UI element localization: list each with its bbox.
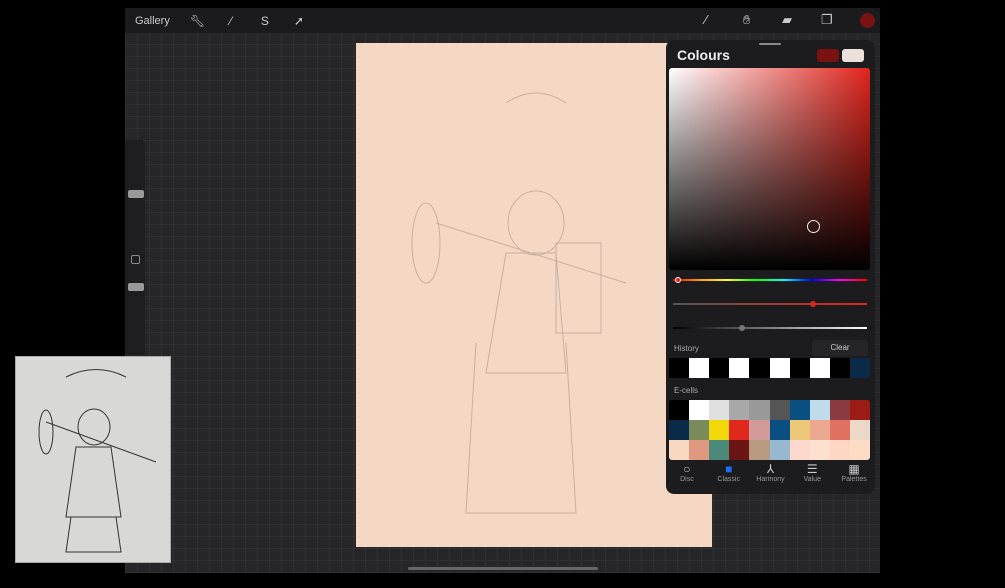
previous-color-swatch[interactable] (842, 49, 864, 62)
tab-label: Palettes (841, 476, 867, 483)
saturation-brightness-square[interactable] (669, 68, 870, 270)
history-swatch[interactable] (689, 358, 710, 378)
palette-swatch[interactable] (689, 420, 710, 440)
palette-swatch[interactable] (849, 420, 870, 440)
current-color-button[interactable] (860, 13, 875, 28)
history-swatch[interactable] (769, 358, 790, 378)
palette-swatch[interactable] (709, 400, 730, 420)
history-label: History (674, 344, 699, 353)
tab-label: Disc (680, 476, 694, 483)
layers-icon[interactable]: ❐ (821, 12, 833, 28)
value-sliders-icon: ☰ (806, 462, 818, 476)
palette-swatch[interactable] (849, 400, 870, 420)
palette-swatch[interactable] (829, 440, 850, 460)
palette-swatch[interactable] (829, 420, 850, 440)
tab-disc[interactable]: ○ Disc (667, 462, 707, 483)
history-swatch[interactable] (749, 358, 770, 378)
history-swatch[interactable] (809, 358, 830, 378)
tab-label: Classic (717, 476, 740, 483)
history-swatches (669, 358, 870, 378)
transform-icon[interactable]: ➚ (292, 14, 306, 28)
palette-swatch[interactable] (729, 400, 750, 420)
hue-thumb[interactable] (675, 277, 681, 283)
palette-swatch[interactable] (669, 420, 690, 440)
history-swatch[interactable] (709, 358, 730, 378)
palette-swatch[interactable] (769, 400, 790, 420)
selection-icon[interactable]: S (258, 14, 272, 28)
wrench-icon[interactable]: 🔧︎ (190, 14, 205, 28)
drawing-canvas[interactable] (356, 43, 712, 547)
gallery-button[interactable]: Gallery (135, 15, 170, 27)
tab-label: Harmony (756, 476, 785, 483)
palette-swatch[interactable] (709, 420, 730, 440)
palette-swatch[interactable] (729, 440, 750, 460)
palette-swatch[interactable] (769, 420, 790, 440)
palette-swatch[interactable] (789, 400, 810, 420)
ecells-label: E-cells (674, 386, 699, 395)
clear-history-button[interactable]: Clear (812, 340, 868, 356)
history-swatch[interactable] (669, 358, 690, 378)
history-swatch[interactable] (829, 358, 850, 378)
palette-swatch[interactable] (789, 440, 810, 460)
saturation-slider[interactable] (673, 301, 867, 307)
palette-swatch[interactable] (749, 400, 770, 420)
brush-size-slider[interactable] (128, 190, 144, 198)
color-picker-cursor[interactable] (807, 220, 820, 233)
tab-label: Value (803, 476, 821, 483)
palette-swatch[interactable] (669, 400, 690, 420)
pencil-sketch (411, 92, 627, 514)
panel-title: Colours (677, 47, 730, 63)
tab-palettes[interactable]: ▦ Palettes (834, 462, 874, 483)
colours-panel: Colours History Clear E-cells ○ Disc ■ Clas… (666, 40, 875, 494)
tab-value[interactable]: ☰ Value (792, 462, 832, 483)
tab-harmony[interactable]: ⅄ Harmony (750, 462, 790, 483)
disc-icon: ○ (683, 462, 691, 476)
palette-swatch[interactable] (689, 440, 710, 460)
palette-swatch[interactable] (769, 440, 790, 460)
history-swatch[interactable] (849, 358, 870, 378)
brightness-thumb[interactable] (739, 325, 745, 331)
saturation-thumb[interactable] (810, 301, 816, 307)
palette-swatch[interactable] (689, 400, 710, 420)
brush-icon[interactable]: ⁄ (705, 12, 707, 27)
palette-swatch[interactable] (709, 440, 730, 460)
home-indicator (408, 567, 598, 570)
history-swatch[interactable] (789, 358, 810, 378)
modify-button[interactable] (131, 255, 140, 264)
palette-swatch[interactable] (729, 420, 750, 440)
palette-swatch[interactable] (809, 420, 830, 440)
palette-swatch[interactable] (809, 400, 830, 420)
palette-swatch[interactable] (789, 420, 810, 440)
history-swatch[interactable] (729, 358, 750, 378)
smudge-icon[interactable]: ✋︎ (743, 12, 750, 28)
palette-swatches (669, 400, 870, 460)
harmony-icon: ⅄ (766, 462, 775, 476)
reference-photo (15, 356, 171, 563)
palette-swatch[interactable] (749, 440, 770, 460)
palette-swatch[interactable] (829, 400, 850, 420)
classic-square-icon: ■ (725, 462, 733, 476)
opacity-slider[interactable] (128, 283, 144, 291)
left-sidebar (125, 140, 145, 355)
tab-classic[interactable]: ■ Classic (709, 462, 749, 483)
palette-swatch[interactable] (749, 420, 770, 440)
brightness-slider[interactable] (673, 325, 867, 331)
top-toolbar: Gallery 🔧︎ ⁄ S ➚ ⁄ ✋︎ ▰ ❐ (125, 8, 880, 33)
palette-swatch[interactable] (849, 440, 870, 460)
current-color-swatch[interactable] (817, 49, 839, 62)
palette-swatch[interactable] (809, 440, 830, 460)
color-mode-tabs: ○ Disc ■ Classic ⅄ Harmony ☰ Value ▦ Palettes (666, 462, 875, 483)
hue-slider[interactable] (673, 277, 867, 283)
palette-swatch[interactable] (669, 440, 690, 460)
panel-drag-handle[interactable] (759, 43, 781, 45)
palettes-grid-icon: ▦ (848, 462, 860, 476)
eraser-icon[interactable]: ▰ (782, 12, 792, 28)
magic-wand-icon[interactable]: ⁄ (224, 14, 238, 28)
